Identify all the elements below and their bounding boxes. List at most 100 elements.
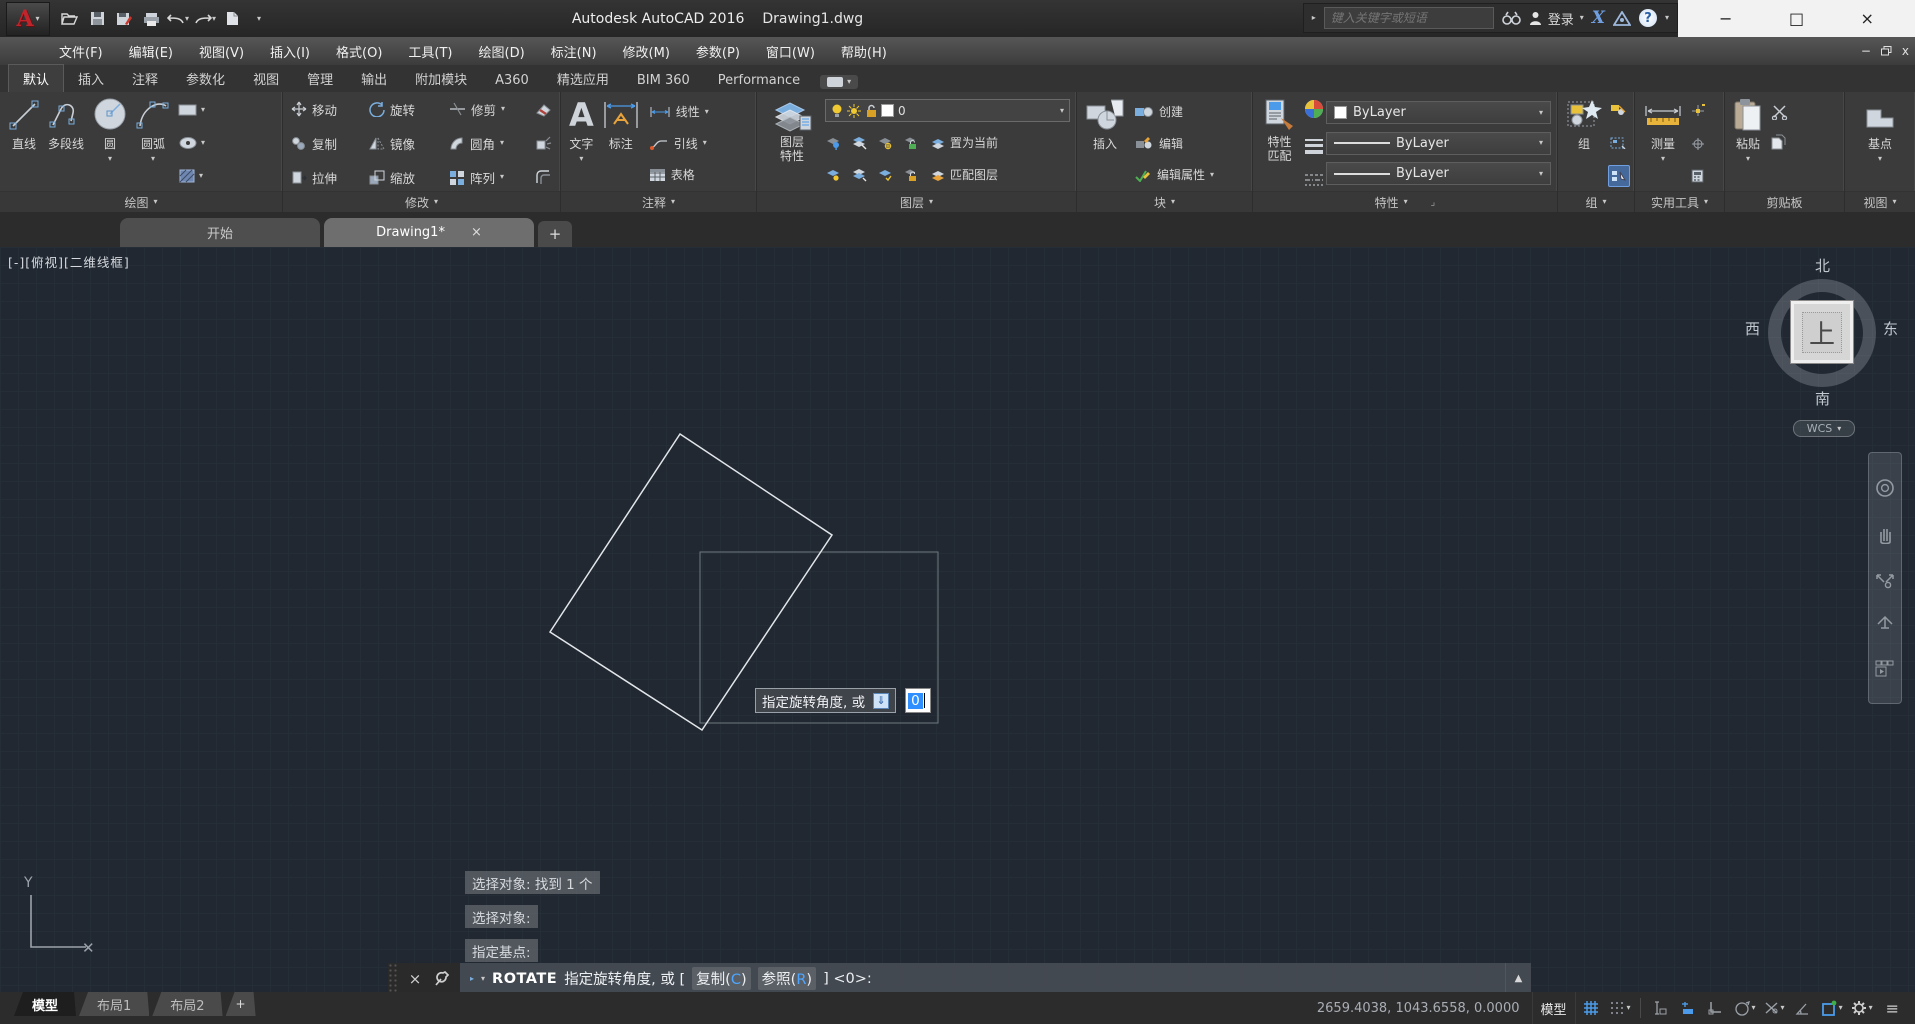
command-prompt[interactable]: ▸ ▾ ROTATE 指定旋转角度, 或 [ 复制(C) 参照(R) ] <0>… xyxy=(460,963,1505,992)
signin-button[interactable]: 登录 ▾ xyxy=(1529,9,1584,28)
collapse-arrow-icon[interactable]: ▸ xyxy=(1312,14,1316,22)
ribbon-tab-performance[interactable]: Performance xyxy=(704,69,814,92)
ribbon-tab-a360[interactable]: A360 xyxy=(481,69,543,92)
model-space-button[interactable]: 模型 xyxy=(1532,992,1576,1024)
zoom-extents-icon[interactable] xyxy=(1875,569,1895,589)
chevron-down-icon[interactable]: ▾ xyxy=(579,155,583,163)
match-layer-button[interactable]: 匹配图层 xyxy=(927,162,1001,187)
ungroup-button[interactable] xyxy=(1608,99,1630,121)
chevron-down-icon[interactable]: ▾ xyxy=(1060,107,1064,115)
menu-window[interactable]: 窗口(W) xyxy=(753,37,828,65)
panel-label-block[interactable]: 块▾ xyxy=(1077,191,1252,212)
trim-button[interactable]: 修剪▾ xyxy=(445,97,531,121)
stretch-button[interactable]: 拉伸 xyxy=(287,165,365,189)
menu-help[interactable]: 帮助(H) xyxy=(828,37,900,65)
maximize-button[interactable]: □ xyxy=(1774,4,1820,34)
chevron-down-icon[interactable]: ▾ xyxy=(1210,171,1214,179)
line-button[interactable]: 直线 xyxy=(4,95,44,191)
id-point-button[interactable] xyxy=(1689,132,1708,154)
viewcube[interactable]: 北 西 东 南 上 WCS▾ xyxy=(1745,255,1905,450)
menu-tools[interactable]: 工具(T) xyxy=(395,37,465,65)
panel-label-utilities[interactable]: 实用工具▾ xyxy=(1635,191,1724,212)
erase-button[interactable] xyxy=(531,97,556,121)
annotation-scale-button[interactable]: ▾ xyxy=(1818,995,1846,1021)
panel-label-groups[interactable]: 组▾ xyxy=(1558,191,1634,212)
lineweight-select[interactable]: ByLayer▾ xyxy=(1326,132,1551,155)
panel-label-annotation[interactable]: 注释▾ xyxy=(561,191,756,212)
chevron-down-icon[interactable]: ▾ xyxy=(703,139,707,147)
panel-label-view[interactable]: 视图▾ xyxy=(1845,191,1915,212)
chevron-down-icon[interactable]: ▾ xyxy=(1869,1004,1873,1012)
command-history-expand-button[interactable]: ▲ xyxy=(1505,963,1531,992)
ribbon-tab-annotate[interactable]: 注释 xyxy=(118,65,172,92)
object-snap-tracking-toggle[interactable]: ▾ xyxy=(1761,995,1788,1021)
ribbon-tab-view[interactable]: 视图 xyxy=(239,65,293,92)
search-binoculars-icon[interactable] xyxy=(1502,11,1521,25)
customization-gear-button[interactable]: ▾ xyxy=(1848,995,1876,1021)
customization-menu-icon[interactable]: ≡ xyxy=(1878,999,1907,1018)
layer-color-swatch[interactable] xyxy=(881,104,894,117)
plot-button[interactable] xyxy=(139,7,163,31)
array-button[interactable]: 阵列▾ xyxy=(445,165,531,189)
viewcube-south[interactable]: 南 xyxy=(1815,388,1830,409)
text-button[interactable]: A 文字 ▾ xyxy=(565,95,598,191)
menu-format[interactable]: 格式(O) xyxy=(323,37,395,65)
layer-properties-button[interactable]: 图层特性 xyxy=(761,95,823,191)
layer-thaw-icon[interactable] xyxy=(877,167,893,182)
redo-button[interactable]: ▾ xyxy=(193,7,217,31)
layer-unlock-icon[interactable] xyxy=(903,167,917,182)
dialog-launcher-icon[interactable]: ⌟ xyxy=(1431,197,1436,208)
quick-calc-button[interactable] xyxy=(1689,165,1708,187)
linetype-icon[interactable] xyxy=(1304,173,1324,187)
tab-layout2[interactable]: 布局2 xyxy=(152,992,222,1016)
match-properties-button[interactable]: 特性匹配 xyxy=(1257,95,1302,191)
layer-walk-icon[interactable] xyxy=(851,135,867,150)
panel-label-layers[interactable]: 图层▾ xyxy=(757,191,1076,212)
chevron-down-icon[interactable]: ▾ xyxy=(500,139,504,147)
measure-button[interactable]: 测量 ▾ xyxy=(1639,95,1687,191)
new-drawing-button[interactable] xyxy=(220,7,244,31)
create-block-button[interactable]: 创建 xyxy=(1131,99,1217,124)
save-as-button[interactable] xyxy=(112,7,136,31)
snap-mode-toggle[interactable]: ▾ xyxy=(1606,995,1634,1021)
option-reference[interactable]: 参照(R) xyxy=(758,967,816,990)
layer-on-bulb-icon[interactable] xyxy=(831,104,843,118)
layer-freeze-sun-icon[interactable] xyxy=(847,104,861,118)
panel-label-properties[interactable]: 特性▾⌟ xyxy=(1253,191,1557,212)
close-tab-icon[interactable]: × xyxy=(471,225,482,240)
undo-button[interactable]: ▾ xyxy=(166,7,190,31)
ribbon-tab-home[interactable]: 默认 xyxy=(8,64,64,92)
move-button[interactable]: 移动 xyxy=(287,97,365,121)
drawing-canvas[interactable]: [-][俯视][二维线框] 北 西 东 南 上 WCS▾ Y ✕ xyxy=(0,247,1915,992)
navigation-wheel-icon[interactable] xyxy=(1875,478,1895,498)
menu-parametric[interactable]: 参数(P) xyxy=(683,37,753,65)
edit-block-button[interactable]: 编辑 xyxy=(1131,131,1217,156)
menu-view[interactable]: 视图(V) xyxy=(186,37,257,65)
exchange-apps-icon[interactable]: X xyxy=(1592,8,1605,28)
chevron-down-icon[interactable]: ▾ xyxy=(1878,155,1882,163)
fillet-button[interactable]: 圆角▾ xyxy=(445,131,531,155)
offset-button[interactable] xyxy=(531,165,556,189)
wcs-menu[interactable]: WCS▾ xyxy=(1793,420,1855,437)
chevron-down-icon[interactable]: ▾ xyxy=(705,108,709,116)
grid-display-toggle[interactable] xyxy=(1578,995,1604,1021)
viewcube-top-face[interactable]: 上 xyxy=(1791,301,1853,363)
option-copy[interactable]: 复制(C) xyxy=(692,967,750,990)
viewcube-north[interactable]: 北 xyxy=(1815,255,1830,276)
search-input[interactable] xyxy=(1324,7,1494,29)
ellipse-button[interactable]: ▾ xyxy=(176,132,207,154)
isometric-drafting-toggle[interactable]: ▾ xyxy=(1731,995,1759,1021)
minimize-button[interactable]: − xyxy=(1703,4,1749,34)
object-snap-toggle[interactable] xyxy=(1675,995,1701,1021)
open-button[interactable] xyxy=(58,7,82,31)
layer-match-small-icon[interactable] xyxy=(851,167,867,182)
angle-input-field[interactable]: 0 xyxy=(905,688,931,713)
help-button[interactable]: ? xyxy=(1639,9,1657,27)
ribbon-tab-manage[interactable]: 管理 xyxy=(293,65,347,92)
ribbon-tab-output[interactable]: 输出 xyxy=(347,65,401,92)
quick-select-button[interactable] xyxy=(1689,99,1708,121)
panel-label-clipboard[interactable]: 剪贴板 xyxy=(1725,191,1844,212)
layer-lock-icon[interactable] xyxy=(865,104,877,118)
color-wheel-icon[interactable] xyxy=(1304,99,1324,119)
base-view-button[interactable]: 基点 ▾ xyxy=(1860,95,1900,191)
